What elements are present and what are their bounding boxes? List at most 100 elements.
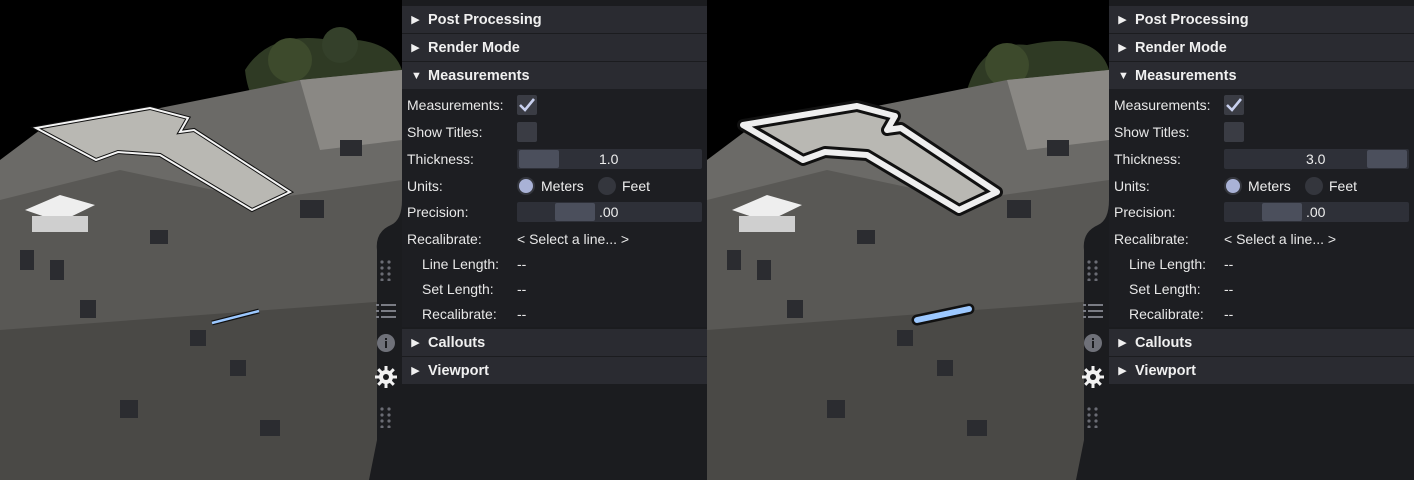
slider-thumb[interactable] (1262, 203, 1302, 221)
drag-handle-icon[interactable] (1076, 257, 1109, 283)
show-titles-label: Show Titles: (407, 124, 483, 140)
expand-triangle-icon: ▶ (1118, 42, 1127, 54)
recalibrate-value[interactable]: -- (517, 304, 526, 324)
set-length-value[interactable]: -- (1224, 279, 1233, 299)
set-length-value[interactable]: -- (517, 279, 526, 299)
section-render-mode[interactable]: ▶ Render Mode (402, 34, 707, 61)
side-toolbar (369, 0, 402, 480)
section-measurements[interactable]: ▼ Measurements (1109, 62, 1414, 89)
expand-triangle-icon: ▶ (411, 14, 420, 26)
recalibrate-row: Recalibrate: (1114, 228, 1189, 250)
line-length-row: Line Length: (1129, 253, 1206, 275)
section-title: Post Processing (428, 11, 542, 28)
expand-triangle-icon: ▶ (1118, 365, 1127, 377)
3d-viewport-scene[interactable] (707, 0, 1109, 480)
thickness-value: 3.0 (1306, 151, 1326, 167)
meters-label: Meters (541, 178, 584, 194)
section-title: Callouts (428, 334, 486, 351)
section-callouts[interactable]: ▶ Callouts (1109, 329, 1414, 356)
meters-radio[interactable] (517, 177, 535, 195)
select-line-dropdown[interactable]: < Select a line... > (517, 229, 629, 249)
thickness-row: Thickness: (1114, 148, 1181, 170)
feet-label: Feet (1329, 178, 1358, 194)
section-title: Render Mode (1135, 39, 1227, 56)
show-titles-label: Show Titles: (1114, 124, 1190, 140)
settings-panel: ▶ Post Processing ▶ Render Mode ▼ Measur… (1109, 0, 1414, 480)
drag-handle-icon[interactable] (369, 404, 402, 430)
recalibrate-sub-label: Recalibrate: (422, 306, 497, 322)
recalibrate-sub-label: Recalibrate: (1129, 306, 1204, 322)
precision-slider[interactable]: .00 (1224, 202, 1409, 222)
precision-label: Precision: (1114, 204, 1176, 220)
feet-radio[interactable] (598, 177, 616, 195)
section-title: Viewport (1135, 362, 1196, 379)
precision-row: Precision: (1114, 201, 1175, 223)
line-length-label: Line Length: (1129, 256, 1207, 272)
recalibrate-value[interactable]: -- (1224, 304, 1233, 324)
section-title: Callouts (1135, 334, 1193, 351)
collapse-triangle-icon: ▼ (411, 69, 422, 82)
slider-thumb[interactable] (519, 150, 559, 168)
line-length-value: -- (1224, 256, 1234, 272)
collapse-triangle-icon: ▼ (1118, 69, 1129, 82)
section-title: Viewport (428, 362, 489, 379)
section-measurements[interactable]: ▼ Measurements (402, 62, 707, 89)
expand-triangle-icon: ▶ (411, 365, 420, 377)
measurements-label: Measurements: (407, 97, 504, 113)
3d-viewport-scene[interactable] (0, 0, 402, 480)
section-title: Measurements (428, 67, 530, 84)
units-row: Units: (407, 175, 443, 197)
meters-label: Meters (1248, 178, 1291, 194)
units-label: Units: (1114, 178, 1150, 194)
gear-icon[interactable] (1076, 364, 1109, 390)
section-post-processing[interactable]: ▶ Post Processing (402, 6, 707, 33)
thickness-slider[interactable]: 1.0 (517, 149, 702, 169)
thickness-slider[interactable]: 3.0 (1224, 149, 1409, 169)
show-titles-row: Show Titles: (1114, 121, 1189, 143)
info-icon[interactable] (369, 330, 402, 356)
precision-value: .00 (1306, 204, 1326, 220)
section-post-processing[interactable]: ▶ Post Processing (1109, 6, 1414, 33)
precision-slider[interactable]: .00 (517, 202, 702, 222)
show-titles-row: Show Titles: (407, 121, 482, 143)
drag-handle-icon[interactable] (1076, 404, 1109, 430)
section-viewport[interactable]: ▶ Viewport (402, 357, 707, 384)
set-length-row: Set Length: (422, 278, 494, 300)
thickness-value: 1.0 (599, 151, 619, 167)
slider-thumb[interactable] (555, 203, 595, 221)
list-icon[interactable] (1076, 298, 1109, 324)
recalibrate-row: Recalibrate: (407, 228, 482, 250)
expand-triangle-icon: ▶ (1118, 337, 1127, 349)
settings-panel: ▶ Post Processing ▶ Render Mode ▼ Measur… (402, 0, 707, 480)
show-titles-checkbox[interactable] (1224, 122, 1244, 142)
section-title: Render Mode (428, 39, 520, 56)
feet-label: Feet (622, 178, 651, 194)
meters-radio[interactable] (1224, 177, 1242, 195)
section-title: Measurements (1135, 67, 1237, 84)
checkmark-icon (1226, 98, 1242, 112)
measurements-checkbox[interactable] (1224, 95, 1244, 115)
show-titles-checkbox[interactable] (517, 122, 537, 142)
recalibrate-label: Recalibrate: (407, 231, 482, 247)
expand-triangle-icon: ▶ (411, 337, 420, 349)
recalibrate-sub-row: Recalibrate: (1129, 303, 1204, 325)
section-callouts[interactable]: ▶ Callouts (402, 329, 707, 356)
side-toolbar (1076, 0, 1109, 480)
gear-icon[interactable] (369, 364, 402, 390)
expand-triangle-icon: ▶ (1118, 14, 1127, 26)
section-title: Post Processing (1135, 11, 1249, 28)
info-icon[interactable] (1076, 330, 1109, 356)
slider-thumb[interactable] (1367, 150, 1407, 168)
select-line-dropdown[interactable]: < Select a line... > (1224, 229, 1336, 249)
section-render-mode[interactable]: ▶ Render Mode (1109, 34, 1414, 61)
measurements-row: Measurements: (407, 94, 503, 116)
set-length-label: Set Length: (1129, 281, 1201, 297)
measurements-checkbox[interactable] (517, 95, 537, 115)
recalibrate-sub-row: Recalibrate: (422, 303, 497, 325)
list-icon[interactable] (369, 298, 402, 324)
drag-handle-icon[interactable] (369, 257, 402, 283)
section-viewport[interactable]: ▶ Viewport (1109, 357, 1414, 384)
recalibrate-label: Recalibrate: (1114, 231, 1189, 247)
feet-radio[interactable] (1305, 177, 1323, 195)
line-length-label: Line Length: (422, 256, 500, 272)
